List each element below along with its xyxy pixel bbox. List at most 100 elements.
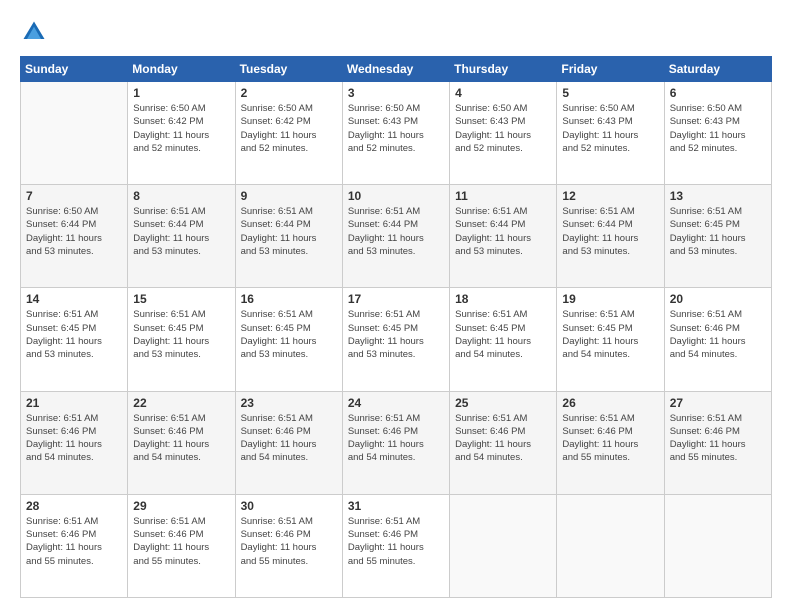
- week-row-5: 28 Sunrise: 6:51 AM Sunset: 6:46 PM Dayli…: [21, 494, 772, 597]
- weekday-header-wednesday: Wednesday: [342, 57, 449, 82]
- day-info: Sunrise: 6:51 AM Sunset: 6:44 PM Dayligh…: [241, 205, 337, 258]
- day-number: 11: [455, 189, 551, 203]
- day-info: Sunrise: 6:51 AM Sunset: 6:46 PM Dayligh…: [26, 515, 122, 568]
- calendar-cell: 7Sunrise: 6:50 AM Sunset: 6:44 PM Daylig…: [21, 185, 128, 288]
- day-number: 8: [133, 189, 229, 203]
- day-number: 23: [241, 396, 337, 410]
- day-info: Sunrise: 6:50 AM Sunset: 6:43 PM Dayligh…: [670, 102, 766, 155]
- calendar-cell: 19Sunrise: 6:51 AM Sunset: 6:45 PM Dayli…: [557, 288, 664, 391]
- day-number: 14: [26, 292, 122, 306]
- day-info: Sunrise: 6:51 AM Sunset: 6:46 PM Dayligh…: [348, 515, 444, 568]
- day-info: Sunrise: 6:50 AM Sunset: 6:43 PM Dayligh…: [348, 102, 444, 155]
- calendar-cell: 23 Sunrise: 6:51 AM Sunset: 6:46 PM Dayli…: [235, 391, 342, 494]
- calendar-cell: 13 Sunrise: 6:51 AM Sunset: 6:45 PM Dayli…: [664, 185, 771, 288]
- calendar-cell: 8 Sunrise: 6:51 AM Sunset: 6:44 PM Daylig…: [128, 185, 235, 288]
- calendar-cell: 4Sunrise: 6:50 AM Sunset: 6:43 PM Daylig…: [450, 82, 557, 185]
- day-number: 13: [670, 189, 766, 203]
- calendar-cell: [557, 494, 664, 597]
- logo-icon: [20, 18, 48, 46]
- day-number: 5: [562, 86, 658, 100]
- day-info: Sunrise: 6:51 AM Sunset: 6:45 PM Dayligh…: [670, 205, 766, 258]
- calendar-cell: 25 Sunrise: 6:51 AM Sunset: 6:46 PM Dayli…: [450, 391, 557, 494]
- day-number: 3: [348, 86, 444, 100]
- calendar-cell: 20 Sunrise: 6:51 AM Sunset: 6:46 PM Dayli…: [664, 288, 771, 391]
- day-number: 1: [133, 86, 229, 100]
- calendar-cell: 16 Sunrise: 6:51 AM Sunset: 6:45 PM Dayli…: [235, 288, 342, 391]
- weekday-header-row: SundayMondayTuesdayWednesdayThursdayFrid…: [21, 57, 772, 82]
- header: [20, 18, 772, 46]
- calendar-cell: [21, 82, 128, 185]
- day-number: 28: [26, 499, 122, 513]
- day-info: Sunrise: 6:51 AM Sunset: 6:46 PM Dayligh…: [455, 412, 551, 465]
- day-number: 19: [562, 292, 658, 306]
- day-info: Sunrise: 6:51 AM Sunset: 6:44 PM Dayligh…: [455, 205, 551, 258]
- page: SundayMondayTuesdayWednesdayThursdayFrid…: [0, 0, 792, 612]
- calendar-cell: 27 Sunrise: 6:51 AM Sunset: 6:46 PM Dayli…: [664, 391, 771, 494]
- day-number: 7: [26, 189, 122, 203]
- day-info: Sunrise: 6:51 AM Sunset: 6:45 PM Dayligh…: [26, 308, 122, 361]
- day-info: Sunrise: 6:51 AM Sunset: 6:46 PM Dayligh…: [133, 515, 229, 568]
- calendar-cell: 15Sunrise: 6:51 AM Sunset: 6:45 PM Dayli…: [128, 288, 235, 391]
- day-number: 24: [348, 396, 444, 410]
- calendar-cell: 24Sunrise: 6:51 AM Sunset: 6:46 PM Dayli…: [342, 391, 449, 494]
- calendar-cell: [450, 494, 557, 597]
- day-info: Sunrise: 6:51 AM Sunset: 6:46 PM Dayligh…: [241, 515, 337, 568]
- calendar-cell: 5 Sunrise: 6:50 AM Sunset: 6:43 PM Daylig…: [557, 82, 664, 185]
- calendar-cell: 6 Sunrise: 6:50 AM Sunset: 6:43 PM Daylig…: [664, 82, 771, 185]
- day-info: Sunrise: 6:51 AM Sunset: 6:46 PM Dayligh…: [670, 308, 766, 361]
- day-number: 9: [241, 189, 337, 203]
- day-number: 16: [241, 292, 337, 306]
- calendar-cell: 17 Sunrise: 6:51 AM Sunset: 6:45 PM Dayli…: [342, 288, 449, 391]
- weekday-header-monday: Monday: [128, 57, 235, 82]
- day-info: Sunrise: 6:51 AM Sunset: 6:46 PM Dayligh…: [26, 412, 122, 465]
- day-number: 30: [241, 499, 337, 513]
- day-info: Sunrise: 6:51 AM Sunset: 6:44 PM Dayligh…: [562, 205, 658, 258]
- day-info: Sunrise: 6:50 AM Sunset: 6:42 PM Dayligh…: [133, 102, 229, 155]
- day-info: Sunrise: 6:51 AM Sunset: 6:46 PM Dayligh…: [562, 412, 658, 465]
- day-number: 18: [455, 292, 551, 306]
- day-info: Sunrise: 6:51 AM Sunset: 6:45 PM Dayligh…: [133, 308, 229, 361]
- day-info: Sunrise: 6:51 AM Sunset: 6:45 PM Dayligh…: [348, 308, 444, 361]
- day-number: 10: [348, 189, 444, 203]
- day-number: 2: [241, 86, 337, 100]
- day-info: Sunrise: 6:51 AM Sunset: 6:46 PM Dayligh…: [241, 412, 337, 465]
- calendar-cell: 3 Sunrise: 6:50 AM Sunset: 6:43 PM Daylig…: [342, 82, 449, 185]
- calendar-cell: 2Sunrise: 6:50 AM Sunset: 6:42 PM Daylig…: [235, 82, 342, 185]
- calendar-cell: 10 Sunrise: 6:51 AM Sunset: 6:44 PM Dayli…: [342, 185, 449, 288]
- day-info: Sunrise: 6:51 AM Sunset: 6:46 PM Dayligh…: [670, 412, 766, 465]
- calendar-cell: 1 Sunrise: 6:50 AM Sunset: 6:42 PM Daylig…: [128, 82, 235, 185]
- weekday-header-thursday: Thursday: [450, 57, 557, 82]
- weekday-header-saturday: Saturday: [664, 57, 771, 82]
- day-number: 20: [670, 292, 766, 306]
- day-number: 12: [562, 189, 658, 203]
- calendar-cell: 12 Sunrise: 6:51 AM Sunset: 6:44 PM Dayli…: [557, 185, 664, 288]
- calendar-table: SundayMondayTuesdayWednesdayThursdayFrid…: [20, 56, 772, 598]
- day-info: Sunrise: 6:51 AM Sunset: 6:44 PM Dayligh…: [348, 205, 444, 258]
- week-row-4: 21Sunrise: 6:51 AM Sunset: 6:46 PM Dayli…: [21, 391, 772, 494]
- day-number: 29: [133, 499, 229, 513]
- calendar-cell: 18 Sunrise: 6:51 AM Sunset: 6:45 PM Dayli…: [450, 288, 557, 391]
- calendar-cell: 26Sunrise: 6:51 AM Sunset: 6:46 PM Dayli…: [557, 391, 664, 494]
- day-info: Sunrise: 6:50 AM Sunset: 6:43 PM Dayligh…: [562, 102, 658, 155]
- calendar-cell: 29 Sunrise: 6:51 AM Sunset: 6:46 PM Dayli…: [128, 494, 235, 597]
- calendar-cell: 22Sunrise: 6:51 AM Sunset: 6:46 PM Dayli…: [128, 391, 235, 494]
- day-number: 31: [348, 499, 444, 513]
- calendar-cell: 9 Sunrise: 6:51 AM Sunset: 6:44 PM Daylig…: [235, 185, 342, 288]
- day-info: Sunrise: 6:51 AM Sunset: 6:45 PM Dayligh…: [455, 308, 551, 361]
- weekday-header-sunday: Sunday: [21, 57, 128, 82]
- day-number: 17: [348, 292, 444, 306]
- logo: [20, 18, 52, 46]
- weekday-header-friday: Friday: [557, 57, 664, 82]
- day-number: 6: [670, 86, 766, 100]
- day-number: 25: [455, 396, 551, 410]
- week-row-2: 7Sunrise: 6:50 AM Sunset: 6:44 PM Daylig…: [21, 185, 772, 288]
- day-info: Sunrise: 6:51 AM Sunset: 6:44 PM Dayligh…: [133, 205, 229, 258]
- day-info: Sunrise: 6:50 AM Sunset: 6:43 PM Dayligh…: [455, 102, 551, 155]
- calendar-cell: [664, 494, 771, 597]
- calendar-cell: 30 Sunrise: 6:51 AM Sunset: 6:46 PM Dayli…: [235, 494, 342, 597]
- calendar-cell: 21Sunrise: 6:51 AM Sunset: 6:46 PM Dayli…: [21, 391, 128, 494]
- calendar-cell: 28 Sunrise: 6:51 AM Sunset: 6:46 PM Dayli…: [21, 494, 128, 597]
- day-number: 27: [670, 396, 766, 410]
- day-info: Sunrise: 6:51 AM Sunset: 6:45 PM Dayligh…: [241, 308, 337, 361]
- weekday-header-tuesday: Tuesday: [235, 57, 342, 82]
